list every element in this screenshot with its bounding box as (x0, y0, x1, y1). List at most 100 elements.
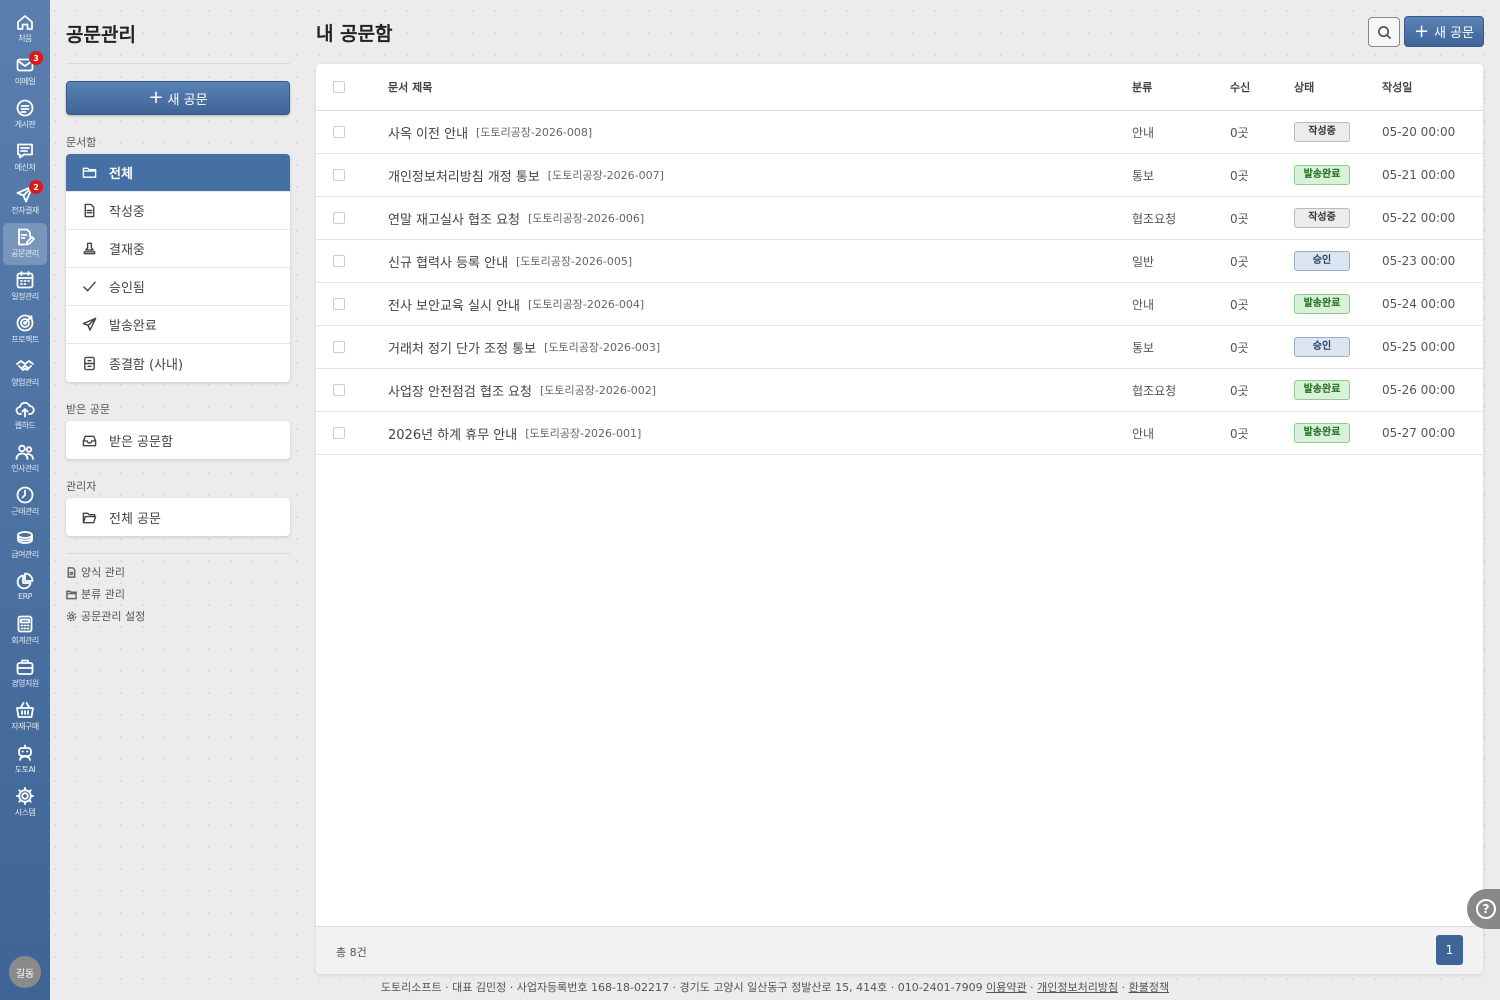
rail-item-mail[interactable]: 이메일 3 (3, 51, 47, 93)
status-badge: 승인 (1294, 251, 1350, 271)
robot-icon (18, 744, 32, 761)
rail-item-cloud-upload[interactable]: 웹하드 (3, 395, 47, 437)
table-row[interactable]: 사옥 이전 안내 [도토리공장-2026-008] 안내 0곳 작성중 05-20 00:… (316, 111, 1483, 154)
rail-item-pie-chart[interactable]: ERP (3, 567, 47, 609)
sidebar-item-closed[interactable]: 종결함 (사내) (66, 344, 290, 382)
rail-item-label: 프로젝트 (11, 335, 39, 344)
settings-link[interactable]: 공문관리 설정 (66, 608, 145, 624)
column-header-recipients[interactable]: 수신 (1230, 64, 1250, 110)
rail-item-target[interactable]: 프로젝트 (3, 309, 47, 351)
document-number: [도토리공장-2026-006] (528, 212, 645, 225)
header-new-document-button[interactable]: + 새 공문 (1404, 16, 1484, 47)
table-row[interactable]: 개인정보처리방침 개정 통보 [도토리공장-2026-007] 통보 0곳 발송완료 05… (316, 154, 1483, 197)
row-checkbox[interactable] (333, 384, 345, 396)
rail-item-basket[interactable]: 자재구매 (3, 696, 47, 738)
table-row[interactable]: 연말 재고실사 협조 요청 [도토리공장-2026-006] 협조요청 0곳 작성중 05… (316, 197, 1483, 240)
column-header-category[interactable]: 분류 (1132, 64, 1152, 110)
rail-item-calculator[interactable]: 회계관리 (3, 610, 47, 652)
section-label-docbox: 문서함 (66, 136, 97, 149)
gear-icon (66, 611, 77, 621)
table-row[interactable]: 신규 협력사 등록 안내 [도토리공장-2026-005] 일반 0곳 승인 05-23 … (316, 240, 1483, 283)
privacy-policy-link[interactable]: 개인정보처리방침 (1037, 981, 1118, 994)
rail-item-gear[interactable]: 시스템 (3, 782, 47, 824)
category-management-link[interactable]: 분류 관리 (66, 586, 125, 602)
column-header-date[interactable]: 작성일 (1382, 64, 1412, 110)
sidebar-item-drafting[interactable]: 작성중 (66, 192, 290, 230)
form-management-link[interactable]: 양식 관리 (66, 564, 125, 580)
table-row[interactable]: 거래처 정기 단가 조정 통보 [도토리공장-2026-003] 통보 0곳 승인 05-… (316, 326, 1483, 369)
search-button[interactable] (1368, 17, 1400, 47)
recipients-cell: 0곳 (1230, 383, 1249, 398)
document-title-link[interactable]: 거래처 정기 단가 조정 통보 (388, 338, 536, 357)
category-cell: 안내 (1132, 297, 1155, 312)
sidebar-item-all-documents[interactable]: 전체 공문 (66, 498, 290, 536)
status-badge: 발송완료 (1294, 294, 1350, 314)
table-row[interactable]: 2026년 하계 휴무 안내 [도토리공장-2026-001] 안내 0곳 발송완료 05… (316, 412, 1483, 455)
sidebar-item-sent[interactable]: 발송완료 (66, 306, 290, 344)
sidebar-item-label: 작성중 (109, 205, 145, 220)
document-title-link[interactable]: 2026년 하계 휴무 안내 (388, 424, 517, 443)
recipients-cell: 0곳 (1230, 211, 1249, 226)
rail-item-coins[interactable]: 급여관리 (3, 524, 47, 566)
rail-item-label: 근태관리 (11, 507, 39, 516)
column-header-status[interactable]: 상태 (1294, 64, 1314, 110)
document-title-link[interactable]: 사업장 안전점검 협조 요청 (388, 381, 532, 400)
date-cell: 05-21 00:00 (1382, 168, 1456, 182)
help-button[interactable]: ? (1467, 889, 1500, 929)
document-title-link[interactable]: 전사 보안교육 실시 안내 (388, 295, 520, 314)
row-checkbox[interactable] (333, 126, 345, 138)
select-all-checkbox[interactable] (333, 81, 345, 93)
search-icon (1377, 25, 1391, 39)
home-icon (17, 15, 33, 30)
handshake-icon (16, 360, 34, 371)
sidebar-item-label: 전체 공문 (109, 511, 161, 527)
rail-item-chat[interactable]: 메신저 (3, 137, 47, 179)
pagination-page-button[interactable]: 1 (1436, 935, 1463, 965)
rail-item-clock[interactable]: 근태관리 (3, 481, 47, 523)
rail-item-handshake[interactable]: 영업관리 (3, 352, 47, 394)
sidebar-item-all[interactable]: 전체 (66, 154, 290, 192)
sidebar-item-approved[interactable]: 승인됨 (66, 268, 290, 306)
row-checkbox[interactable] (333, 212, 345, 224)
rail-item-board[interactable]: 게시판 (3, 94, 47, 136)
table-row[interactable]: 사업장 안전점검 협조 요청 [도토리공장-2026-002] 협조요청 0곳 발송완료… (316, 369, 1483, 412)
calculator-icon (17, 615, 33, 633)
document-title-link[interactable]: 사옥 이전 안내 (388, 123, 468, 142)
section-label-admin: 관리자 (66, 480, 97, 493)
file-icon (67, 566, 76, 578)
header-new-document-label: 새 공문 (1434, 26, 1475, 41)
column-header-title[interactable]: 문서 제목 (388, 64, 432, 110)
recipients-cell: 0곳 (1230, 340, 1249, 355)
terms-link[interactable]: 이용약관 (986, 981, 1026, 994)
category-cell: 협조요청 (1132, 211, 1177, 226)
row-checkbox[interactable] (333, 341, 345, 353)
table-row[interactable]: 전사 보안교육 실시 안내 [도토리공장-2026-004] 안내 0곳 발송완료 05-… (316, 283, 1483, 326)
rail-item-home[interactable]: 처음 (3, 8, 47, 50)
document-number: [도토리공장-2026-008] (476, 126, 593, 139)
refund-policy-link[interactable]: 환불정책 (1129, 981, 1169, 994)
status-badge: 발송완료 (1294, 423, 1350, 443)
rail-item-briefcase[interactable]: 경영지원 (3, 653, 47, 695)
category-cell: 협조요청 (1132, 383, 1177, 398)
rail-item-robot[interactable]: 도토AI (3, 739, 47, 781)
sidebar-item-in-approval[interactable]: 결재중 (66, 230, 290, 268)
rail-item-send[interactable]: 전자결재 2 (3, 180, 47, 222)
row-checkbox[interactable] (333, 298, 345, 310)
document-title-link[interactable]: 개인정보처리방침 개정 통보 (388, 166, 540, 185)
new-document-button[interactable]: + 새 공문 (66, 81, 290, 115)
sidebar-item-inbox[interactable]: 받은 공문함 (66, 421, 290, 459)
row-checkbox[interactable] (333, 427, 345, 439)
document-title-link[interactable]: 연말 재고실사 협조 요청 (388, 209, 520, 228)
rail-item-calendar[interactable]: 일정관리 (3, 266, 47, 308)
recipients-cell: 0곳 (1230, 426, 1249, 441)
row-checkbox[interactable] (333, 169, 345, 181)
row-checkbox[interactable] (333, 255, 345, 267)
stamp-icon (83, 242, 96, 255)
rail-item-people[interactable]: 인사관리 (3, 438, 47, 480)
sidebar-item-label: 결재중 (109, 243, 145, 258)
avatar[interactable]: 길동 (9, 956, 41, 988)
rail-item-label: ERP (18, 592, 32, 601)
rail-item-document-edit[interactable]: 공문관리 (3, 223, 47, 265)
document-title-link[interactable]: 신규 협력사 등록 안내 (388, 252, 508, 271)
people-icon (15, 444, 34, 460)
